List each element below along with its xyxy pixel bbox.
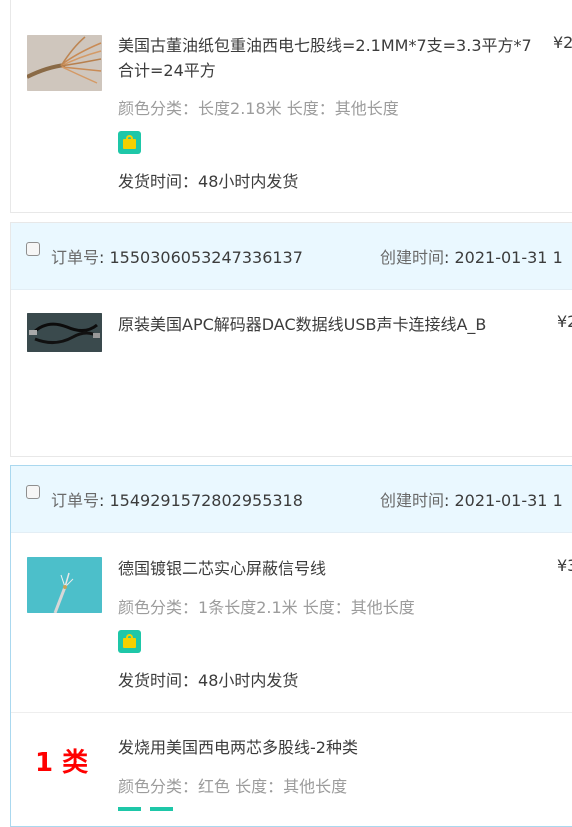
ship-label: 发货时间： <box>118 671 199 690</box>
order-number-value: 1549291572802955318 <box>109 491 303 510</box>
order-number-label: 订单号 <box>51 491 100 510</box>
created-time: 创建时间: 2021-01-31 1 <box>380 248 563 267</box>
created-time-label: 创建时间 <box>380 491 445 510</box>
order-number-label: 订单号 <box>51 248 100 267</box>
attr-value: 1条长度2.1米 长度：其他长度 <box>198 598 415 617</box>
shipping-time: 发货时间：48小时内发货 <box>118 168 298 192</box>
product-title[interactable]: 原装美国APC解码器DAC数据线USB声卡连接线A_B <box>118 312 538 337</box>
badge-partial <box>150 807 173 811</box>
product-title[interactable]: 美国古董油纸包重油西电七股线=2.1MM*7支=3.3平方*7合计=24平方 <box>118 33 538 83</box>
order-header: 订单号: 1550306053247336137 创建时间: 2021-01-3… <box>11 223 572 290</box>
attr-label: 颜色分类： <box>118 777 199 796</box>
product-price: ¥3 <box>557 556 572 575</box>
order-card: 美国古董油纸包重油西电七股线=2.1MM*7支=3.3平方*7合计=24平方 ¥… <box>10 0 572 213</box>
created-time-label: 创建时间 <box>380 248 445 267</box>
product-thumbnail[interactable] <box>27 557 102 613</box>
attr-label: 颜色分类： <box>118 99 199 118</box>
product-thumbnail[interactable] <box>27 35 102 91</box>
order-checkbox[interactable] <box>26 242 40 256</box>
product-price: ¥2 <box>553 33 572 52</box>
order-card: 订单号: 1550306053247336137 创建时间: 2021-01-3… <box>10 222 572 457</box>
tmall-bag-icon <box>118 630 141 653</box>
product-attributes: 颜色分类：长度2.18米 长度：其他长度 <box>118 95 399 119</box>
product-title[interactable]: 发烧用美国西电两芯多股线-2种类 <box>118 735 538 760</box>
badge-partial <box>118 807 141 811</box>
attr-label: 颜色分类： <box>118 598 199 617</box>
product-thumbnail[interactable] <box>27 313 102 352</box>
attr-value: 红色 长度：其他长度 <box>198 777 348 796</box>
order-number: 订单号: 1550306053247336137 <box>51 248 303 267</box>
order-number: 订单号: 1549291572802955318 <box>51 491 303 510</box>
product-title[interactable]: 德国镀银二芯实心屏蔽信号线 <box>118 556 538 581</box>
order-header: 订单号: 1549291572802955318 创建时间: 2021-01-3… <box>11 466 572 533</box>
ship-value: 48小时内发货 <box>198 671 299 690</box>
product-attributes: 颜色分类：红色 长度：其他长度 <box>118 773 347 797</box>
order-checkbox[interactable] <box>26 485 40 499</box>
created-time: 创建时间: 2021-01-31 1 <box>380 491 563 510</box>
order-card: 订单号: 1549291572802955318 创建时间: 2021-01-3… <box>10 465 572 827</box>
category-marker: 1 类 <box>35 748 89 778</box>
tmall-bag-icon <box>118 131 141 154</box>
order-number-value: 1550306053247336137 <box>109 248 303 267</box>
ship-value: 48小时内发货 <box>198 172 299 191</box>
attr-value: 长度2.18米 长度：其他长度 <box>198 99 399 118</box>
shipping-time: 发货时间：48小时内发货 <box>118 667 298 691</box>
ship-label: 发货时间： <box>118 172 199 191</box>
item-divider <box>11 712 572 713</box>
created-time-value: 2021-01-31 1 <box>454 248 563 267</box>
product-attributes: 颜色分类：1条长度2.1米 长度：其他长度 <box>118 594 415 618</box>
product-price: ¥2 <box>557 312 572 331</box>
created-time-value: 2021-01-31 1 <box>454 491 563 510</box>
